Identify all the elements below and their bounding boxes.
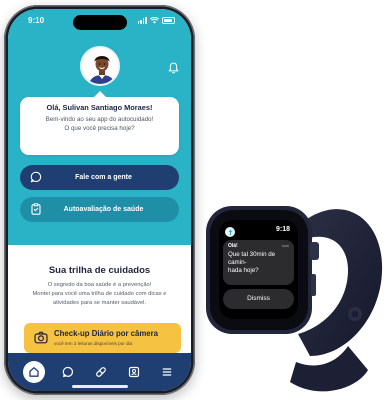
tab-profile[interactable] [124,362,144,382]
tab-chat[interactable] [58,362,78,382]
care-trail-line-2: Montei para você uma trilha de cuidado c… [32,290,167,297]
talk-to-us-button[interactable]: Fale com a gente [20,165,179,190]
greeting-text: Olá, Sulivan Santiago Moraes! [46,103,153,112]
dynamic-island [72,15,127,30]
welcome-line-2: O que você precisa hoje? [64,124,135,132]
health-self-assessment-button[interactable]: Autoavaliação de saúde [20,197,179,222]
tab-home[interactable] [22,361,45,383]
notification-time: now [281,243,289,248]
health-self-assessment-label: Autoavaliação de saúde [63,206,144,213]
smartwatch-device: 9:18 Olá! now Que tal 30min de camin- ha… [198,186,384,400]
tab-medication[interactable] [91,362,111,382]
chat-icon [62,366,73,378]
wifi-icon [150,16,159,24]
pill-icon [95,367,106,377]
daily-checkup-card[interactable]: Check-up Diário por câmera você tem 3 le… [24,323,181,353]
talk-to-us-label: Fale com a gente [75,174,132,181]
notification-title: Olá! [228,243,238,249]
notification-message: Que tal 30min de camin- hada hoje? [228,251,289,275]
home-icon [28,367,39,377]
notification-card[interactable]: Olá! now Que tal 30min de camin- hada ho… [223,240,294,285]
phone-screen: 9:10 Olá, Sulivan Santiago Moraes! Bem-v… [8,9,191,391]
care-trail-description: O segredo da boa saúde é a prevenção! Mo… [22,281,177,307]
care-trail-line-1: O segredo da boa saúde é a prevenção! [47,282,152,288]
watch-time: 9:18 [275,226,290,233]
menu-icon [162,368,171,376]
watch-screen: 9:18 Olá! now Que tal 30min de camin- ha… [219,220,298,319]
app-logo-icon [225,227,235,237]
chat-bubble-icon [30,171,42,183]
dismiss-button[interactable]: Dismiss [223,289,294,309]
notification-line-2: hada hoje? [228,267,259,274]
phone-device: 9:10 Olá, Sulivan Santiago Moraes! Bem-v… [4,5,195,395]
notification-line-1: Que tal 30min de camin- [228,251,276,266]
promo-stage: 9:10 Olá, Sulivan Santiago Moraes! Bem-v… [0,0,386,400]
care-trail-line-3: atividades para se manter saudável. [52,299,147,306]
daily-checkup-subtitle: você tem 3 leituras disponíveis por dia [54,341,133,346]
clipboard-icon [31,203,41,215]
battery-icon [162,16,175,24]
welcome-card: Olá, Sulivan Santiago Moraes! Bem-vindo … [20,91,179,155]
tab-menu[interactable] [157,362,177,382]
care-trail-title: Sua trilha de cuidados [48,265,151,276]
status-indicators [137,16,175,24]
id-card-icon [128,366,139,378]
status-time: 9:10 [28,15,45,25]
bell-icon[interactable] [168,62,179,74]
signal-icon [137,16,147,24]
welcome-line-1: Bem-vindo ao seu app do autocuidado! [45,116,154,123]
daily-checkup-title: Check-up Diário por câmera [54,329,158,338]
user-avatar[interactable] [79,46,120,86]
camera-icon [34,331,48,344]
home-indicator [71,385,128,388]
